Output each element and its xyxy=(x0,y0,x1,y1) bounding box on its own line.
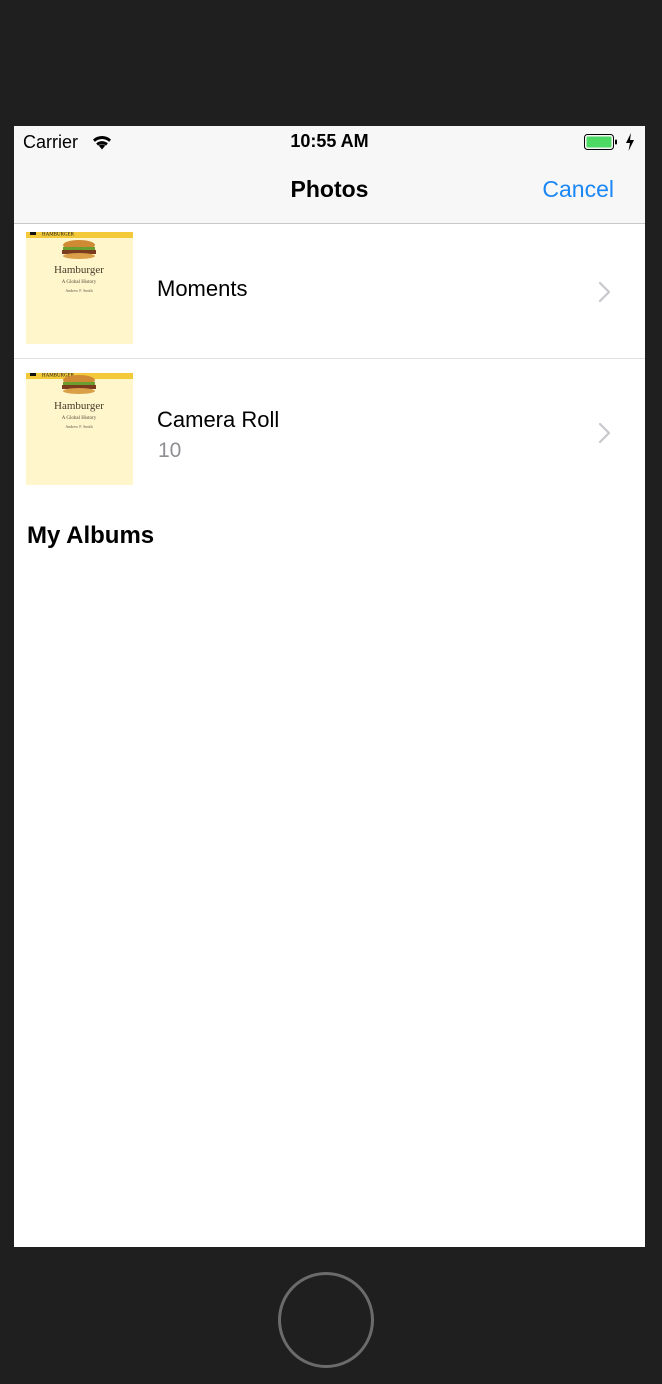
book-cover-image: HAMBURGER Hamburger A Global History And… xyxy=(26,232,133,344)
thumbnail-cover-subtitle: A Global History xyxy=(62,280,97,285)
thumbnail-banner: HAMBURGER xyxy=(42,233,75,238)
chevron-right-icon xyxy=(598,281,611,303)
thumbnail-cover-subtitle: A Global History xyxy=(62,416,97,421)
thumbnail-cover-author: Andrew F. Smith xyxy=(65,424,92,429)
thumbnail-cover-title: Hamburger xyxy=(54,400,104,412)
navigation-bar: Photos Cancel xyxy=(14,158,645,224)
status-time: 10:55 AM xyxy=(290,131,369,151)
album-thumbnail: HAMBURGER Hamburger A Global History And… xyxy=(26,232,133,344)
cancel-button[interactable]: Cancel xyxy=(542,176,614,203)
device-frame: Carrier 10:55 AM Photos Cancel HAMBURGER… xyxy=(0,0,662,1384)
thumbnail-cover-title: Hamburger xyxy=(54,264,104,276)
status-bar: Carrier 10:55 AM xyxy=(14,126,645,158)
chevron-right-icon xyxy=(598,422,611,444)
screen: Carrier 10:55 AM Photos Cancel HAMBURGER… xyxy=(14,126,645,1247)
album-count: 10 xyxy=(158,439,182,462)
album-row-camera-roll[interactable]: HAMBURGER Hamburger A Global History And… xyxy=(14,359,645,495)
charging-bolt-icon xyxy=(626,133,634,151)
album-name: Camera Roll xyxy=(157,407,280,432)
thumbnail-cover-author: Andrew F. Smith xyxy=(65,288,92,293)
section-header-my-albums: My Albums xyxy=(27,522,155,549)
album-row-moments[interactable]: HAMBURGER Hamburger A Global History And… xyxy=(14,224,645,358)
battery-icon xyxy=(584,134,617,150)
album-thumbnail: HAMBURGER Hamburger A Global History And… xyxy=(26,373,133,485)
album-name: Moments xyxy=(157,276,248,301)
book-cover-image: HAMBURGER Hamburger A Global History And… xyxy=(26,373,133,485)
home-button[interactable] xyxy=(278,1272,374,1368)
